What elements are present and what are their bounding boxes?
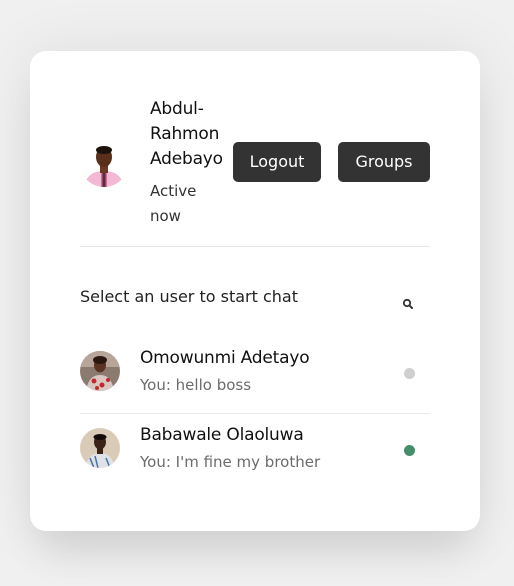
chat-panel: Abdul-Rahmon Adebayo Active now Logout G… [30, 51, 480, 531]
chat-user-row[interactable]: Babawale Olaoluwa You: I'm fine my broth… [80, 416, 430, 490]
current-user-name: Abdul-Rahmon Adebayo [150, 99, 223, 169]
chat-last-message: You: hello boss [140, 376, 252, 394]
chat-user-name: Babawale Olaoluwa [140, 425, 304, 445]
chat-last-message: You: I'm fine my brother [140, 453, 321, 471]
avatar [80, 351, 120, 391]
chat-user-name: Omowunmi Adetayo [140, 348, 310, 368]
avatar [80, 428, 120, 468]
logout-button[interactable]: Logout [233, 142, 321, 182]
user-avatar [80, 139, 128, 187]
user-photo-icon [80, 351, 120, 391]
status-dot-online [404, 445, 415, 456]
groups-button[interactable]: Groups [338, 142, 430, 182]
current-user-status: Active now [150, 182, 197, 225]
user-photo-icon [80, 139, 128, 187]
search-prompt: Select an user to start chat [80, 287, 298, 306]
chat-user-row[interactable]: Omowunmi Adetayo You: hello boss [80, 339, 430, 414]
header-divider [80, 246, 430, 247]
user-photo-icon [80, 428, 120, 468]
status-dot-offline [404, 368, 415, 379]
search-icon[interactable] [399, 295, 417, 313]
